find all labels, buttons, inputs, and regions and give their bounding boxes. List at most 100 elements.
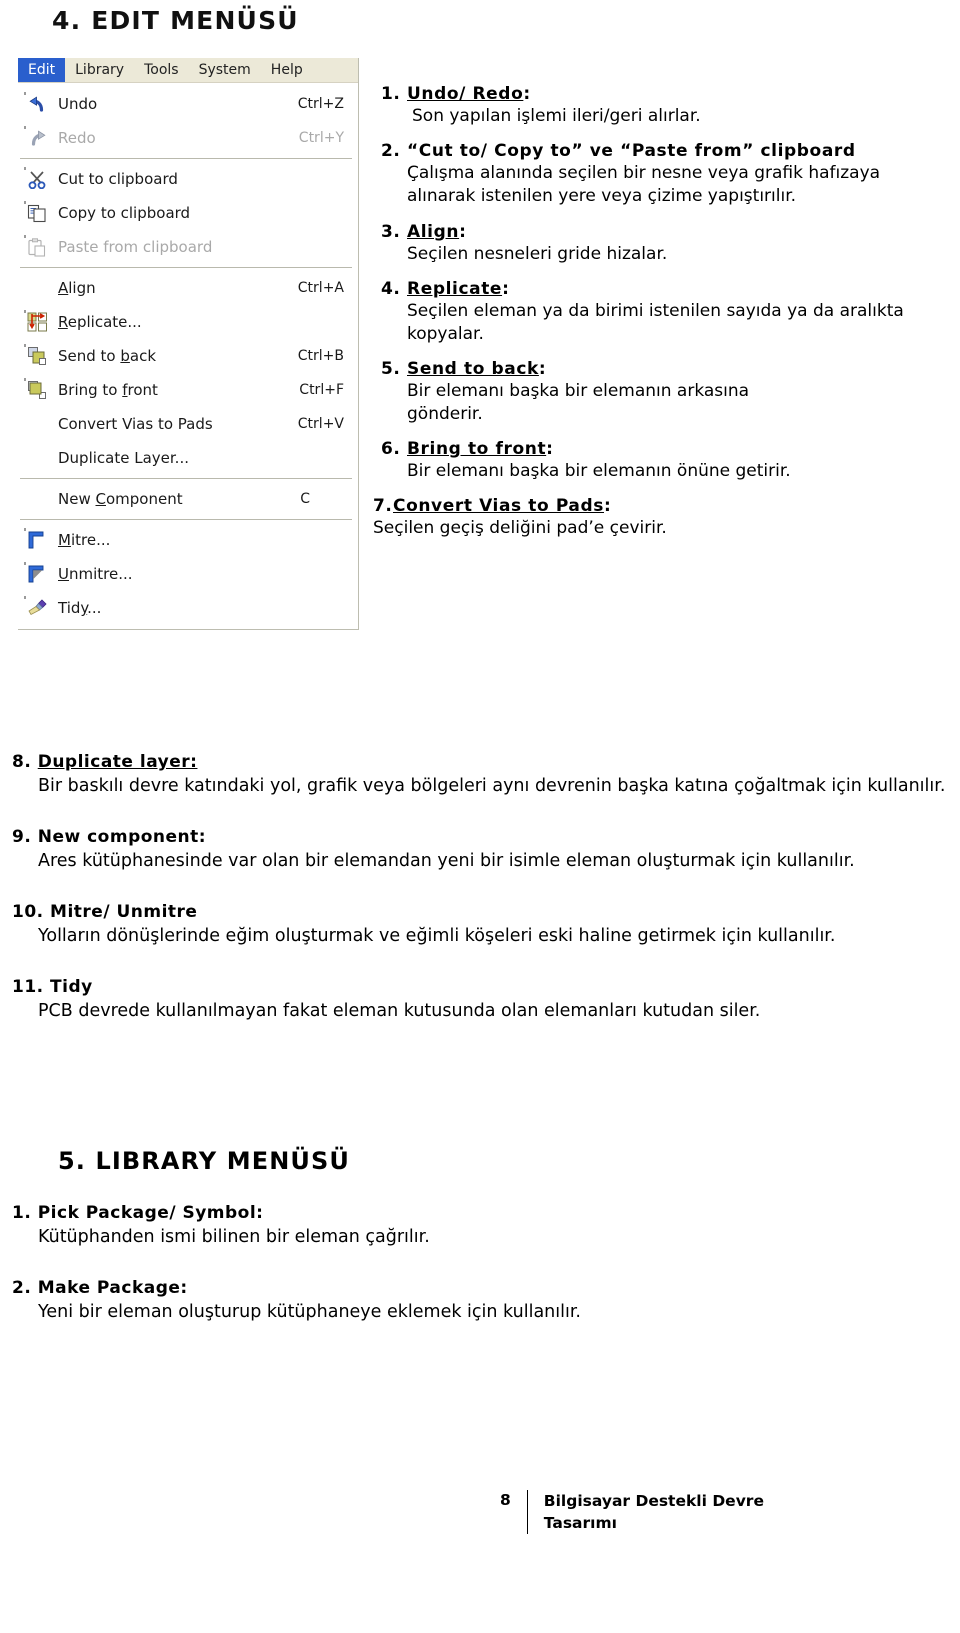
menu-item-unmitre[interactable]: Unmitre... xyxy=(18,557,358,591)
menu-item-align[interactable]: AAlignlign Ctrl+A xyxy=(18,271,358,305)
list-item-heading: 7. Convert Vias to Pads: xyxy=(373,496,941,516)
list-item-heading: 2. Make Package: xyxy=(12,1278,948,1298)
list-item-number: 10. xyxy=(12,902,44,922)
list-item: 7. Convert Vias to Pads: Seçilen geçiş d… xyxy=(373,496,941,540)
menu-item-undo[interactable]: Undo Ctrl+Z xyxy=(18,87,358,121)
menu-separator xyxy=(20,519,352,520)
bring-to-front-icon xyxy=(22,378,52,402)
list-item-body: Bir baskılı devre katındaki yol, grafik … xyxy=(38,776,946,796)
list-item-body: Bir elemanı başka bir elemanın önüne get… xyxy=(407,461,791,481)
list-item: 4. Replicate: Seçilen eleman ya da birim… xyxy=(381,279,941,346)
mitre-corner-icon xyxy=(22,528,52,552)
list-item-title: Mitre/ Unmitre xyxy=(50,902,198,922)
list-item-heading: 2. “Cut to/ Copy to” ve “Paste from” cli… xyxy=(381,141,941,161)
menubar-item-help[interactable]: Help xyxy=(261,58,313,82)
menu-item-copy-to-clipboard[interactable]: Copy to clipboard xyxy=(18,196,358,230)
list-item: 10. Mitre/ Unmitre Yolların dönüşlerinde… xyxy=(12,902,948,949)
list-item-number: 1. xyxy=(12,1203,32,1223)
menubar-item-edit[interactable]: Edit xyxy=(18,58,66,82)
menubar-item-system[interactable]: System xyxy=(189,58,261,82)
list-item: 1. Pick Package/ Symbol: Kütüphanden ism… xyxy=(12,1203,948,1250)
menu-item-label: Convert Vias to Pads xyxy=(58,415,213,433)
menu-item-bring-to-front[interactable]: Bring to front Ctrl+F xyxy=(18,373,358,407)
list-item-heading: 10. Mitre/ Unmitre xyxy=(12,902,948,922)
list-item: 8. Duplicate layer: Bir baskılı devre ka… xyxy=(12,752,948,799)
menu-item-paste-from-clipboard: Paste from clipboard xyxy=(18,230,358,264)
menu-item-new-component[interactable]: New Component C xyxy=(18,482,358,516)
list-item-heading: 3. Align: xyxy=(381,222,941,242)
section-title-library-menu: 5. LIBRARY MENÜSÜ xyxy=(58,1147,350,1175)
menu-separator xyxy=(20,158,352,159)
menu-item-label: Duplicate Layer... xyxy=(58,449,189,467)
menu-item-tidy[interactable]: Tidy... xyxy=(18,591,358,625)
scissors-icon xyxy=(22,167,52,191)
menu-item-cut-to-clipboard[interactable]: Cut to clipboard xyxy=(18,162,358,196)
list-item-colon: : xyxy=(523,84,531,104)
list-item-body: Çalışma alanında seçilen bir nesne veya … xyxy=(407,163,881,206)
list-item: 2. “Cut to/ Copy to” ve “Paste from” cli… xyxy=(381,141,941,208)
list-item-heading: 1. Undo/ Redo: xyxy=(381,84,941,104)
list-item: 11. Tidy PCB devrede kullanılmayan fakat… xyxy=(12,977,948,1024)
menu-item-label: Tidy... xyxy=(58,599,102,617)
list-item-colon: : xyxy=(538,359,547,379)
menu-item-accelerator: Ctrl+V xyxy=(297,416,344,432)
broom-icon xyxy=(22,596,52,620)
menu-item-label: AAlignlign xyxy=(58,279,96,297)
list-item-heading: 8. Duplicate layer: xyxy=(12,752,948,772)
list-item-title: Tidy xyxy=(50,977,93,997)
list-item-title: Convert Vias to Pads xyxy=(393,496,604,516)
list-item: 1. Undo/ Redo: Son yapılan işlemi ileri/… xyxy=(381,84,941,128)
menu-item-label: Replicate... xyxy=(58,313,142,331)
menu-item-convert-vias-to-pads[interactable]: Convert Vias to Pads Ctrl+V xyxy=(18,407,358,441)
menu-item-send-to-back[interactable]: Send to back Ctrl+B xyxy=(18,339,358,373)
list-item-body: PCB devrede kullanılmayan fakat eleman k… xyxy=(38,1001,761,1021)
menu-bar: Edit Library Tools System Help xyxy=(18,58,358,83)
list-item-body: Seçilen eleman ya da birimi istenilen sa… xyxy=(407,301,904,344)
no-icon-placeholder xyxy=(22,487,52,511)
list-item-colon: : xyxy=(546,439,554,459)
list-item-body: Seçilen nesneleri gride hizalar. xyxy=(407,244,668,264)
list-item-title: Bring to front xyxy=(407,439,547,459)
list-item-number: 4. xyxy=(381,279,401,299)
list-item-number: 7. xyxy=(373,496,393,516)
list-item-number: 6. xyxy=(381,439,401,459)
menu-item-accelerator: Ctrl+Y xyxy=(298,130,344,146)
menubar-item-tools[interactable]: Tools xyxy=(134,58,189,82)
menu-item-label: Copy to clipboard xyxy=(58,204,191,222)
list-item-title: Replicate xyxy=(407,279,503,299)
list-item-heading: 11. Tidy xyxy=(12,977,948,997)
list-item: 3. Align: Seçilen nesneleri gride hizala… xyxy=(381,222,941,266)
list-item-title: New component: xyxy=(37,827,207,847)
menu-item-label: Mitre... xyxy=(58,531,111,549)
menu-item-label: Send to back xyxy=(58,347,157,365)
list-item: 5. Send to back: Bir elemanı başka bir e… xyxy=(381,359,941,426)
list-item-number: 3. xyxy=(381,222,401,242)
footer-page-number: 8 xyxy=(500,1491,511,1509)
menu-item-accelerator: Ctrl+Z xyxy=(297,96,344,112)
list-item-body: Son yapılan işlemi ileri/geri alırlar. xyxy=(412,106,701,126)
menu-item-label: Unmitre... xyxy=(58,565,133,583)
list-item-heading: 9. New component: xyxy=(12,827,948,847)
list-item-number: 8. xyxy=(12,752,32,772)
list-item-number: 9. xyxy=(12,827,32,847)
menubar-item-library[interactable]: Library xyxy=(65,58,134,82)
list-item-title: Align xyxy=(407,222,460,242)
menu-item-replicate[interactable]: Replicate... xyxy=(18,305,358,339)
list-item-heading: 4. Replicate: xyxy=(381,279,941,299)
page-footer: 8 Bilgisayar Destekli Devre Tasarımı xyxy=(500,1490,784,1534)
list-item-number: 11. xyxy=(12,977,44,997)
copy-pages-icon xyxy=(22,201,52,225)
menu-item-mitre[interactable]: Mitre... xyxy=(18,523,358,557)
footer-divider xyxy=(526,1490,528,1534)
list-item-title: Send to back xyxy=(407,359,539,379)
list-item: 9. New component: Ares kütüphanesinde va… xyxy=(12,827,948,874)
menu-item-label: New Component xyxy=(58,490,183,508)
edit-menu-descriptions-list: 1. Undo/ Redo: Son yapılan işlemi ileri/… xyxy=(373,84,941,553)
list-item-colon: : xyxy=(459,222,467,242)
list-item-colon: : xyxy=(603,496,612,516)
page-title: 4. EDIT MENÜSÜ xyxy=(52,6,299,35)
list-item-heading: 5. Send to back: xyxy=(381,359,941,379)
menu-item-accelerator: Ctrl+F xyxy=(299,382,344,398)
menu-item-duplicate-layer[interactable]: Duplicate Layer... xyxy=(18,441,358,475)
menu-item-redo: Redo Ctrl+Y xyxy=(18,121,358,155)
